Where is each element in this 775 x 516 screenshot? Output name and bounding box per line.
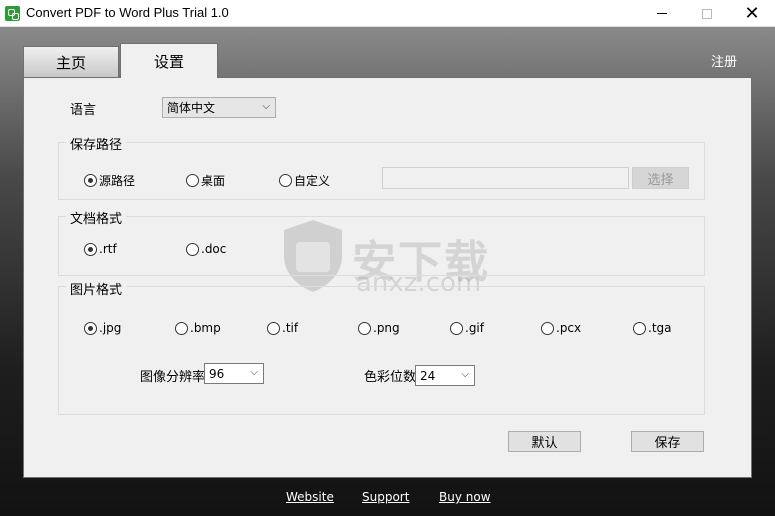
radio-unchecked-icon xyxy=(358,321,371,335)
doc-format-title: 文档格式 xyxy=(66,208,127,227)
tab-home[interactable]: 主页 xyxy=(23,46,119,77)
radio-label: .doc xyxy=(201,242,227,256)
radio-desktop[interactable]: 桌面 xyxy=(186,172,225,189)
radio-custom[interactable]: 自定义 xyxy=(279,172,330,189)
save-button[interactable]: 保存 xyxy=(631,431,704,452)
radio-label: .png xyxy=(373,321,400,335)
radio-unchecked-icon xyxy=(186,174,199,187)
radio-unchecked-icon xyxy=(267,321,280,335)
language-label: 语言 xyxy=(70,103,97,118)
radio-source-path[interactable]: 源路径 xyxy=(84,172,135,189)
radio-checked-icon xyxy=(84,321,97,335)
radio-rtf[interactable]: .rtf xyxy=(84,242,117,256)
color-depth-label: 色彩位数 xyxy=(364,370,417,385)
save-path-title: 保存路径 xyxy=(66,134,127,153)
tab-settings[interactable]: 设置 xyxy=(120,43,218,78)
radio-doc[interactable]: .doc xyxy=(186,242,226,256)
radio-label: .gif xyxy=(465,321,484,335)
radio-label: .tga xyxy=(648,321,672,335)
radio-label: 源路径 xyxy=(99,174,136,188)
radio-label: 自定义 xyxy=(294,174,331,188)
doc-format-group xyxy=(58,216,705,276)
support-link[interactable]: Support xyxy=(362,490,409,504)
radio-gif[interactable]: .gif xyxy=(450,321,484,335)
resolution-select[interactable]: 96 ⌵ xyxy=(204,363,264,384)
color-depth-select[interactable]: 24 ⌵ xyxy=(415,365,475,386)
website-link[interactable]: Website xyxy=(286,490,334,504)
custom-path-input[interactable] xyxy=(382,167,629,189)
radio-unchecked-icon xyxy=(541,321,554,335)
radio-label: 桌面 xyxy=(201,174,226,188)
radio-bmp[interactable]: .bmp xyxy=(175,321,221,335)
radio-unchecked-icon xyxy=(186,242,199,256)
radio-label: .tif xyxy=(282,321,299,335)
radio-label: .bmp xyxy=(190,321,221,335)
browse-button[interactable]: 选择 xyxy=(632,167,689,189)
radio-checked-icon xyxy=(84,242,97,256)
radio-tif[interactable]: .tif xyxy=(267,321,298,335)
radio-unchecked-icon xyxy=(279,174,292,187)
app-icon xyxy=(5,6,20,21)
close-button[interactable]: ✕ xyxy=(729,0,775,27)
color-depth-value: 24 xyxy=(420,368,436,383)
maximize-icon xyxy=(702,8,712,19)
image-format-group xyxy=(58,286,705,415)
default-button[interactable]: 默认 xyxy=(508,431,581,452)
minimize-icon xyxy=(657,13,667,14)
resolution-label: 图像分辨率 xyxy=(140,370,206,385)
language-select[interactable]: 简体中文 ⌵ xyxy=(162,97,276,118)
radio-unchecked-icon xyxy=(175,321,188,335)
image-format-title: 图片格式 xyxy=(66,279,127,298)
maximize-button[interactable] xyxy=(684,0,730,27)
radio-checked-icon xyxy=(84,174,97,187)
radio-label: .pcx xyxy=(556,321,582,335)
radio-pcx[interactable]: .pcx xyxy=(541,321,581,335)
radio-unchecked-icon xyxy=(633,321,646,335)
buy-now-link[interactable]: Buy now xyxy=(439,490,491,504)
title-bar: Convert PDF to Word Plus Trial 1.0 ✕ xyxy=(0,0,775,27)
window-title: Convert PDF to Word Plus Trial 1.0 xyxy=(26,5,229,20)
register-link[interactable]: 注册 xyxy=(711,51,737,70)
radio-png[interactable]: .png xyxy=(358,321,400,335)
radio-label: .rtf xyxy=(99,242,117,256)
minimize-button[interactable] xyxy=(639,0,685,27)
radio-jpg[interactable]: .jpg xyxy=(84,321,121,335)
language-value: 简体中文 xyxy=(167,101,216,115)
resolution-value: 96 xyxy=(209,366,225,381)
radio-label: .jpg xyxy=(99,321,122,335)
radio-unchecked-icon xyxy=(450,321,463,335)
radio-tga[interactable]: .tga xyxy=(633,321,672,335)
chevron-down-icon: ⌵ xyxy=(262,101,270,112)
chevron-down-icon: ⌵ xyxy=(250,367,258,378)
chevron-down-icon: ⌵ xyxy=(461,369,469,380)
